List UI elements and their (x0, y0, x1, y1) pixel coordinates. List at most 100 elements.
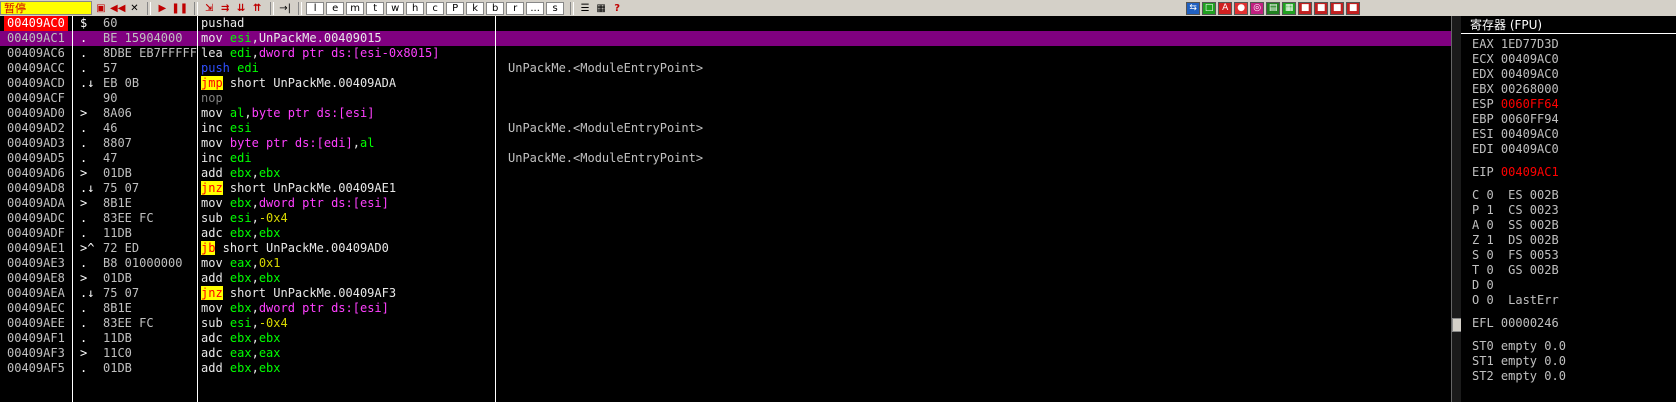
flag-row[interactable]: O 0 LastErr (1472, 293, 1559, 308)
row-marker: > (80, 346, 88, 360)
window-button-s[interactable]: s (546, 1, 565, 15)
disassembly-row[interactable]: 00409AD8 .↓ 75 07 jnz short UnPackMe.00409A… (0, 181, 1461, 196)
disassembly-row[interactable]: 00409ACD .↓ EB 0B jmp short UnPackMe.00409A… (0, 76, 1461, 91)
row-hex-bytes: 8B1E (103, 196, 132, 210)
plugin-icon-11[interactable]: ■ (1346, 1, 1361, 15)
disassembly-row[interactable]: 00409AEA .↓ 75 07 jnz short UnPackMe.00409A… (0, 286, 1461, 301)
step-over-icon[interactable]: ⇉ (218, 2, 232, 15)
window-button-k[interactable]: k (466, 1, 485, 15)
plugin-icon-6[interactable]: ▤ (1266, 1, 1281, 15)
register-ecx[interactable]: ECX 00409AC0 (1472, 52, 1559, 67)
disassembly-row[interactable]: 00409ADF. 11DB adc ebx,ebx (0, 226, 1461, 241)
disassembly-row[interactable]: 00409AD6 >01DB add ebx,ebx (0, 166, 1461, 181)
registers-pane[interactable]: 寄存器 (FPU) EAX 1ED77D3D ECX 00409AC0 EDX 00… (1461, 16, 1676, 402)
flag-row[interactable]: D 0 (1472, 278, 1494, 293)
disassembly-row[interactable]: 00409AE3. B8 01000000 mov eax,0x1 (0, 256, 1461, 271)
pause-icon[interactable]: ❚❚ (171, 2, 188, 15)
row-instruction: add ebx,ebx (201, 166, 281, 181)
flag-row[interactable]: T 0 GS 002B (1472, 263, 1559, 278)
plugin-icon-4[interactable]: ● (1234, 1, 1249, 15)
row-hex-bytes: 01DB (103, 271, 132, 285)
instruction-token: esi (229, 316, 252, 330)
toolbar-separator (270, 1, 275, 15)
window-button-e[interactable]: e (326, 1, 345, 15)
window-button-t[interactable]: t (366, 1, 385, 15)
disassembly-row[interactable]: 00409AC6. 8DBE EB7FFFFF lea edi,dword ptr … (0, 46, 1461, 61)
disassembly-row[interactable]: 00409AE8 >01DB add ebx,ebx (0, 271, 1461, 286)
window-button-c[interactable]: c (426, 1, 445, 15)
trace-over-icon[interactable]: ⇈ (250, 2, 264, 15)
flag-row[interactable]: S 0 FS 0053 (1472, 248, 1559, 263)
instruction-token: byte ptr ds:[edi] (229, 136, 353, 150)
register-value: 00409AC1 (1500, 165, 1559, 179)
fpu-register[interactable]: ST0 empty 0.0 (1472, 339, 1566, 354)
disassembly-pane[interactable]: 00409AC0 $60 pushad 00409AC1. BE 15904000 mov… (0, 16, 1461, 402)
plugin-icon-1[interactable]: ⇆ (1186, 1, 1201, 15)
disassembly-row[interactable]: 00409AD0 >8A06 mov al,byte ptr ds:[esi] (0, 106, 1461, 121)
window-button-m[interactable]: m (346, 1, 365, 15)
disassembly-row[interactable]: 00409AF3 >11C0 adc eax,eax (0, 346, 1461, 361)
plugin-icon-8[interactable]: ■ (1298, 1, 1313, 15)
trace-into-icon[interactable]: ⇊ (234, 2, 248, 15)
instruction-token: esi (229, 211, 252, 225)
plugin-icon-5[interactable]: ◎ (1250, 1, 1265, 15)
step-into-icon[interactable]: ⇲ (202, 2, 216, 15)
register-efl[interactable]: EFL 00000246 (1472, 316, 1559, 331)
flag-row[interactable]: C 0 ES 002B (1472, 188, 1559, 203)
disassembly-row[interactable]: 00409AF1. 11DB adc ebx,ebx (0, 331, 1461, 346)
open-icon[interactable]: ▣ (94, 2, 108, 15)
instruction-token: mov (201, 136, 230, 150)
disassembly-row[interactable]: 00409ADA >8B1E mov ebx,dword ptr ds:[esi] (0, 196, 1461, 211)
instruction-token: ebx (258, 331, 281, 345)
register-edx[interactable]: EDX 00409AC0 (1472, 67, 1559, 82)
help-icon[interactable]: ? (610, 2, 624, 15)
window-button-more[interactable]: ... (526, 1, 545, 15)
register-edi[interactable]: EDI 00409AC0 (1472, 142, 1559, 157)
plugin-icon-10[interactable]: ■ (1330, 1, 1345, 15)
window-button-w[interactable]: w (386, 1, 405, 15)
register-ebx[interactable]: EBX 00268000 (1472, 82, 1559, 97)
row-marker: . (80, 226, 88, 240)
plugin-icon-3[interactable]: A (1218, 1, 1233, 15)
plugin-icon-9[interactable]: ■ (1314, 1, 1329, 15)
register-eip[interactable]: EIP 00409AC1 (1472, 165, 1559, 180)
grid-icon[interactable]: ▦ (594, 2, 608, 15)
plugin-icon-2[interactable]: □ (1202, 1, 1217, 15)
register-name: EBP (1472, 112, 1494, 126)
close-icon[interactable]: ✕ (127, 2, 141, 15)
window-button-h[interactable]: h (406, 1, 425, 15)
flag-row[interactable]: Z 1 DS 002B (1472, 233, 1559, 248)
register-esi[interactable]: ESI 00409AC0 (1472, 127, 1559, 142)
disassembly-row[interactable]: 00409AC1. BE 15904000 mov esi,UnPackMe.004… (0, 31, 1461, 46)
register-eax[interactable]: EAX 1ED77D3D (1472, 37, 1559, 52)
window-button-l[interactable]: l (306, 1, 325, 15)
list-icon[interactable]: ☰ (578, 2, 592, 15)
disassembly-row[interactable]: 00409AF5. 01DB add ebx,ebx (0, 361, 1461, 376)
window-button-b[interactable]: b (486, 1, 505, 15)
plugin-icon-7[interactable]: ▦ (1282, 1, 1297, 15)
row-comment: UnPackMe.<ModuleEntryPoint> (508, 61, 704, 75)
disassembly-row[interactable]: 00409AEE. 83EE FC sub esi,-0x4 (0, 316, 1461, 331)
row-address: 00409ADA (7, 196, 65, 210)
disassembly-row[interactable]: 00409AD5. 47 inc edi UnPackMe.<ModuleEntryP… (0, 151, 1461, 166)
window-button-r[interactable]: r (506, 1, 525, 15)
disassembly-row[interactable]: 00409ACF 90 nop (0, 91, 1461, 106)
instruction-token: short UnPackMe.00409AD0 (215, 241, 389, 255)
flag-row[interactable]: A 0 SS 002B (1472, 218, 1559, 233)
disassembly-row[interactable]: 00409AEC. 8B1E mov ebx,dword ptr ds:[esi] (0, 301, 1461, 316)
fpu-register[interactable]: ST1 empty 0.0 (1472, 354, 1566, 369)
disassembly-row[interactable]: 00409ACC. 57 push edi UnPackMe.<ModuleEntry… (0, 61, 1461, 76)
disassembly-row[interactable]: 00409AE1 >^ 72 ED jb short UnPackMe.00409AD… (0, 241, 1461, 256)
disassembly-row[interactable]: 00409AD3. 8807 mov byte ptr ds:[edi],al (0, 136, 1461, 151)
register-ebp[interactable]: EBP 0060FF94 (1472, 112, 1559, 127)
run-icon[interactable]: ▶ (155, 2, 169, 15)
window-button-p[interactable]: P (446, 1, 465, 15)
register-esp[interactable]: ESP 0060FF64 (1472, 97, 1559, 112)
disassembly-row[interactable]: 00409AC0 $60 pushad (0, 16, 1461, 31)
disassembly-row[interactable]: 00409AD2. 46 inc esi UnPackMe.<ModuleEntryP… (0, 121, 1461, 136)
disassembly-row[interactable]: 00409ADC. 83EE FC sub esi,-0x4 (0, 211, 1461, 226)
execute-till-return-icon[interactable]: →| (278, 2, 292, 15)
flag-row[interactable]: P 1 CS 0023 (1472, 203, 1559, 218)
fpu-register[interactable]: ST2 empty 0.0 (1472, 369, 1566, 384)
restart-icon[interactable]: ◀◀ (110, 2, 125, 15)
